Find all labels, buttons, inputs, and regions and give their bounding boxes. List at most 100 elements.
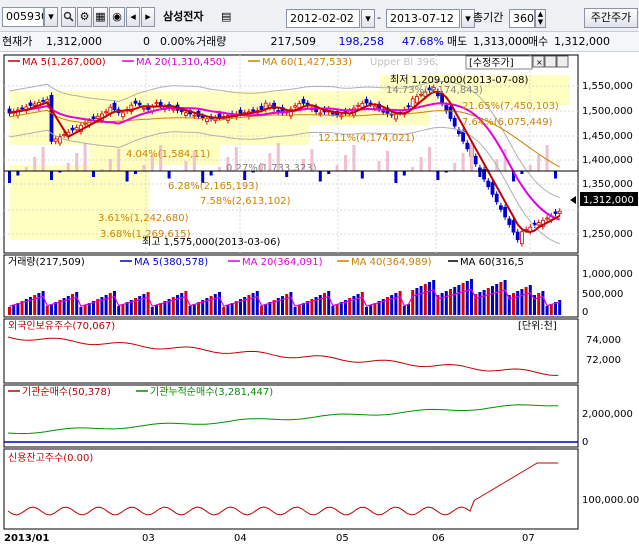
net-bar bbox=[411, 167, 415, 171]
volume-bar bbox=[117, 306, 121, 315]
panel-controls[interactable]: ⨯ bbox=[532, 55, 569, 68]
volume-bar bbox=[188, 306, 192, 315]
net-bar bbox=[184, 161, 188, 171]
unit-label: [단위:천] bbox=[518, 319, 557, 332]
legend-credit: 신용잔고주수(0.00) bbox=[8, 452, 93, 464]
search-button[interactable] bbox=[61, 7, 76, 27]
volume-bar bbox=[516, 291, 520, 315]
toolbar: 005930 ▾ ⚙ ▦ ◉ ◂ ▸ 삼성전자 ▤ 2012-02-02 ▾ -… bbox=[0, 0, 639, 32]
volume-bar bbox=[461, 283, 465, 315]
candle-body bbox=[137, 102, 142, 106]
volume-bar bbox=[486, 288, 490, 315]
volume-bar bbox=[180, 293, 184, 315]
volume-bar bbox=[545, 306, 549, 315]
volume-bar bbox=[75, 292, 79, 315]
candle-body bbox=[41, 99, 45, 102]
stock-chart: MA 5(1,267,000) MA 20(1,310,450) MA 60(1… bbox=[3, 54, 639, 544]
volume-bar bbox=[549, 304, 553, 315]
net-bar bbox=[419, 157, 423, 171]
volume-bar bbox=[524, 287, 528, 315]
volume-bar bbox=[398, 291, 402, 315]
stock-code-input[interactable]: 005930 bbox=[2, 7, 44, 27]
price-change: 0 bbox=[143, 35, 150, 48]
volume-bar bbox=[176, 295, 179, 315]
candle-body bbox=[83, 122, 87, 125]
net-bar bbox=[167, 171, 171, 179]
volume-bar bbox=[503, 280, 507, 315]
x-tick: 06 bbox=[432, 533, 445, 543]
date-from-dropdown[interactable]: ▾ bbox=[361, 9, 375, 28]
quote-bar: 현재가 1,312,000 0 0.00% 거래량 217,509 198,25… bbox=[0, 32, 639, 52]
volume-bar bbox=[247, 295, 251, 315]
volume-y-axis: 1,000,000 500,000 0 bbox=[582, 269, 633, 318]
high-annotation: 최고 1,575,000(2013-03-06) bbox=[142, 236, 280, 248]
annotation: 12.11%(4,174,021) bbox=[318, 133, 415, 144]
price-legend: MA 5(1,267,000) MA 20(1,310,450) MA 60(1… bbox=[8, 57, 439, 68]
chart-area: MA 5(1,267,000) MA 20(1,310,450) MA 60(1… bbox=[0, 53, 639, 544]
stock-dropdown-button[interactable]: ▾ bbox=[44, 7, 58, 27]
candle-body bbox=[536, 222, 541, 226]
volume-bar bbox=[331, 306, 335, 315]
volume-bar bbox=[83, 305, 87, 315]
candle-body bbox=[515, 231, 520, 241]
candle-body bbox=[330, 112, 335, 115]
bid-price: 1,312,000 bbox=[554, 35, 610, 48]
settings-button[interactable]: ⚙ bbox=[77, 7, 92, 27]
net-bar bbox=[66, 163, 70, 171]
candle-body bbox=[158, 102, 163, 106]
candle-body bbox=[121, 112, 125, 118]
net-bar bbox=[545, 145, 549, 171]
volume-bar bbox=[423, 284, 427, 315]
y-tick: 1,500,000 bbox=[582, 106, 633, 117]
date-from-input[interactable]: 2012-02-02 bbox=[286, 9, 360, 28]
next-stock-button[interactable]: ▸ bbox=[141, 7, 155, 27]
chevron-right-icon: ▸ bbox=[145, 10, 151, 23]
candle-body bbox=[553, 211, 558, 214]
candle-body bbox=[53, 138, 58, 142]
volume-bar bbox=[297, 305, 301, 315]
adjusted-price-button[interactable]: 주간주가 bbox=[584, 8, 638, 28]
volume-bar bbox=[184, 291, 188, 315]
annotation: 6.28%(2,165,193) bbox=[168, 181, 259, 192]
net-bar bbox=[142, 165, 146, 171]
period-input[interactable]: 360 bbox=[509, 9, 535, 28]
annotation: 21.65%(7,450,103) bbox=[462, 101, 559, 112]
candle-body bbox=[448, 106, 453, 119]
x-tick: 05 bbox=[336, 533, 349, 543]
candle-body bbox=[393, 114, 398, 120]
net-bar bbox=[75, 153, 79, 171]
candle-body bbox=[95, 115, 100, 119]
stock-name: 삼성전자 bbox=[163, 10, 204, 23]
view-button[interactable]: ◉ bbox=[109, 7, 125, 27]
candle-body bbox=[498, 205, 503, 210]
prev-stock-button[interactable]: ◂ bbox=[126, 7, 140, 27]
candle-body bbox=[511, 220, 516, 233]
net-bar bbox=[8, 171, 11, 183]
close-icon[interactable]: ⨯ bbox=[536, 58, 543, 67]
grid-icon: ▦ bbox=[95, 10, 106, 23]
net-bar bbox=[470, 143, 473, 171]
period-stepper[interactable]: ▲ ▼ bbox=[535, 9, 546, 28]
volume-bar bbox=[356, 294, 360, 315]
volume-bar bbox=[155, 305, 158, 315]
volume-bar bbox=[108, 293, 112, 315]
price-label: 현재가 bbox=[2, 35, 33, 48]
chevron-down-icon: ▾ bbox=[465, 12, 471, 25]
y-tick: 1,250,000 bbox=[582, 229, 633, 240]
x-tick: 03 bbox=[142, 533, 155, 543]
net-bar bbox=[24, 167, 28, 171]
volume-value: 217,509 bbox=[270, 35, 317, 48]
volume-bar bbox=[37, 293, 41, 315]
eye-icon: ◉ bbox=[112, 10, 122, 23]
volume-bar bbox=[432, 280, 436, 315]
volume-bar bbox=[335, 304, 339, 315]
document-icon[interactable]: ▤ bbox=[221, 7, 231, 27]
grid-button[interactable]: ▦ bbox=[93, 7, 108, 27]
annotation: 7.64%(6,075,449) bbox=[462, 117, 553, 128]
date-to-input[interactable]: 2013-07-12 bbox=[386, 9, 460, 28]
volume-bar bbox=[285, 294, 289, 315]
volume-bar bbox=[255, 291, 259, 315]
net-bar bbox=[92, 171, 95, 177]
candle-body bbox=[112, 102, 117, 111]
annotation: 3.61%(1,242,680) bbox=[98, 213, 189, 224]
